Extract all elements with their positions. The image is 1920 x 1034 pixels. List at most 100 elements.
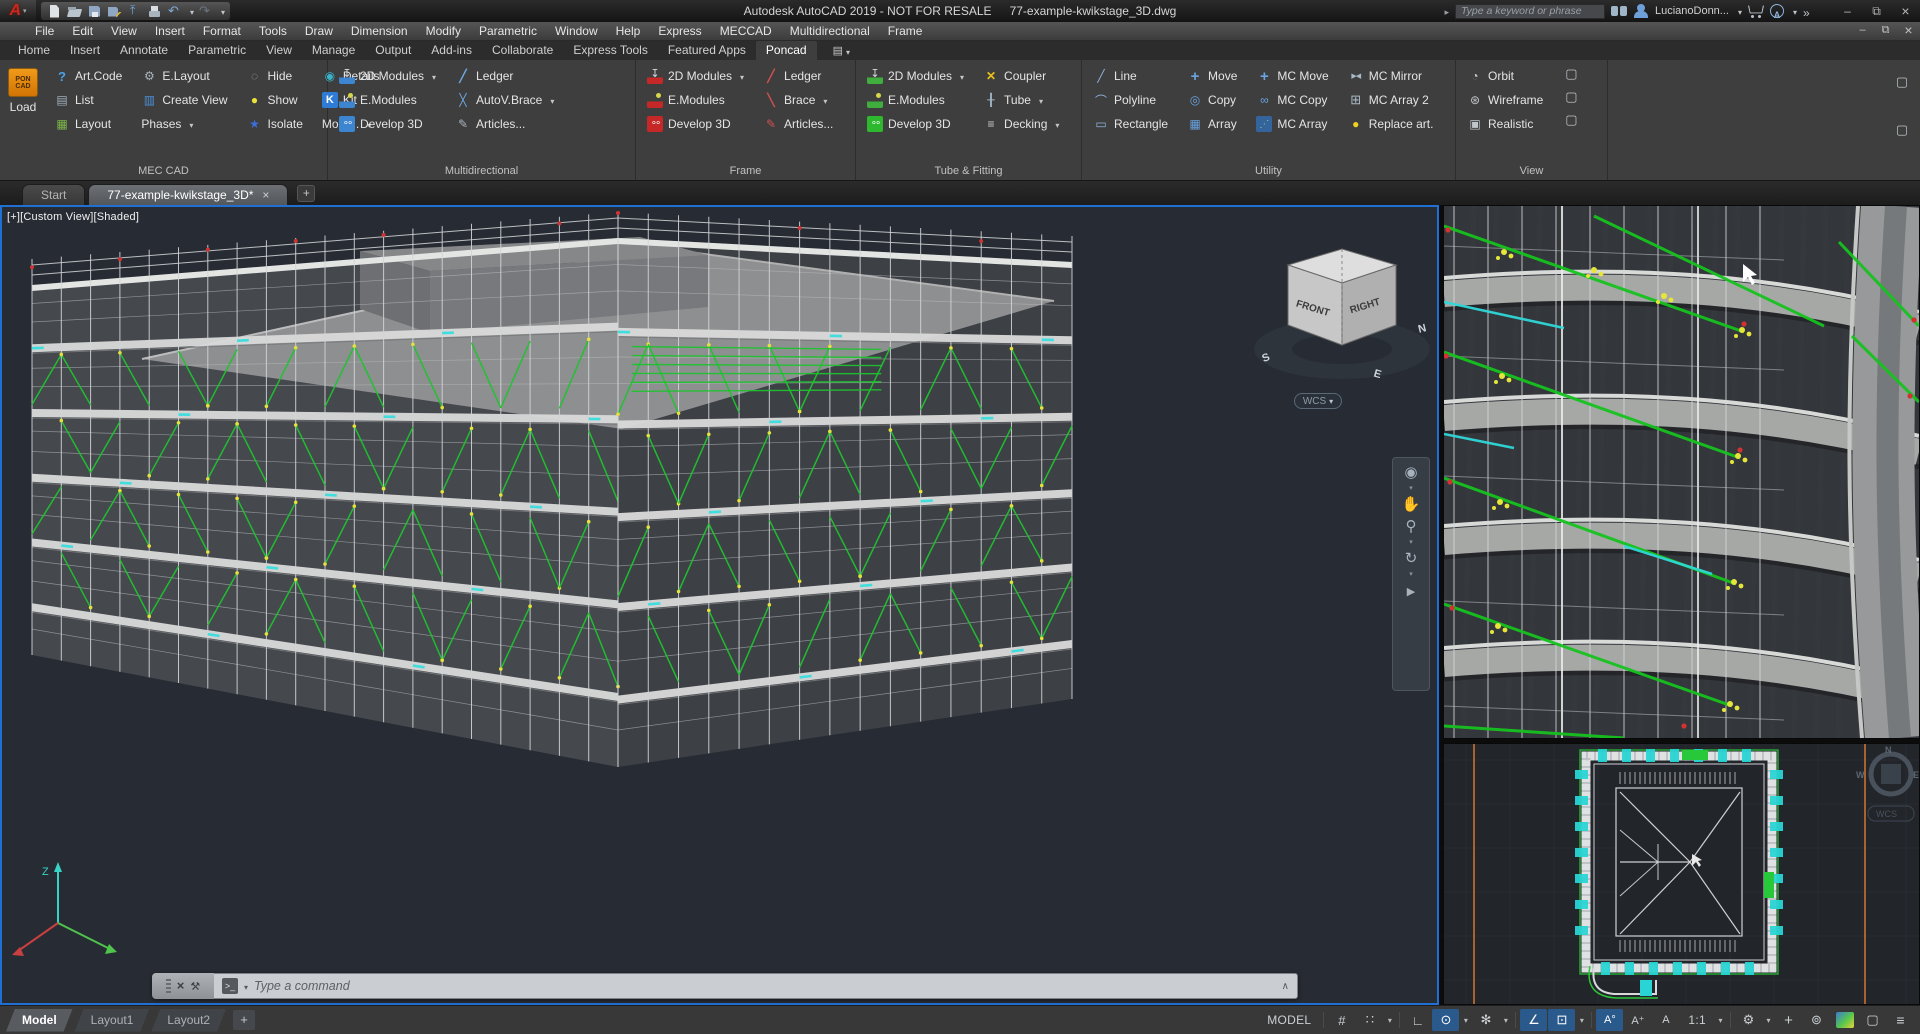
replace-art-button[interactable]: Replace art. — [1345, 112, 1437, 136]
polar-tracking-toggle[interactable] — [1432, 1009, 1459, 1031]
menu-express[interactable]: Express — [649, 22, 710, 41]
art-code-button[interactable]: Art.Code — [51, 64, 125, 88]
plan-viewport[interactable]: NEWWCS — [1443, 743, 1920, 1005]
create-view-button[interactable]: Create View — [138, 88, 230, 112]
main-viewport[interactable]: Z [+][Custom View][Shaded] S E N FRONT R… — [0, 205, 1439, 1005]
wireframe-button[interactable]: Wireframe — [1464, 88, 1546, 112]
annotation-monitor-button[interactable] — [1775, 1009, 1802, 1031]
panel-flyout-icon[interactable] — [1894, 122, 1910, 138]
realistic-button[interactable]: Realistic — [1464, 112, 1546, 136]
zoom-icon[interactable] — [1406, 518, 1417, 536]
steering-wheel-icon[interactable] — [1404, 464, 1417, 482]
mc-array-button[interactable]: MC Array — [1253, 112, 1331, 136]
application-menu-button[interactable]: A▾ — [0, 0, 36, 22]
isolate-objects-button[interactable] — [1803, 1009, 1830, 1031]
ortho-mode-toggle[interactable] — [1404, 1009, 1431, 1031]
customize-icon[interactable] — [190, 977, 200, 995]
new-drawing-tab-button[interactable] — [297, 185, 315, 202]
snap-mode-toggle[interactable] — [1356, 1009, 1383, 1031]
layout-button[interactable]: Layout — [51, 112, 125, 136]
fr-e-modules-button[interactable]: E.Modules — [644, 88, 747, 112]
plot-icon[interactable] — [146, 3, 163, 20]
redo-icon[interactable] — [197, 3, 214, 20]
menu-meccad[interactable]: MECCAD — [711, 22, 781, 41]
md-e-modules-button[interactable]: E.Modules — [336, 88, 439, 112]
menu-modify[interactable]: Modify — [417, 22, 470, 41]
tab-collaborate[interactable]: Collaborate — [482, 41, 563, 60]
orbit-icon[interactable] — [1405, 550, 1418, 568]
object-snap-tracking-toggle[interactable] — [1520, 1009, 1547, 1031]
sign-in-button[interactable]: LucianoDonn... — [1655, 5, 1729, 17]
dropdown-arrow-icon[interactable] — [1052, 117, 1059, 131]
menu-view[interactable]: View — [102, 22, 146, 41]
restore-button[interactable] — [1862, 0, 1891, 22]
fr-ledger-button[interactable]: Ledger — [760, 64, 836, 88]
workspace-dropdown-icon[interactable] — [1763, 1009, 1774, 1031]
coupler-button[interactable]: Coupler — [980, 64, 1062, 88]
layout1-tab[interactable]: Layout1 — [75, 1009, 150, 1032]
close-icon[interactable] — [177, 977, 185, 995]
visual-style-cube-icon[interactable] — [1563, 89, 1579, 105]
tab-poncad[interactable]: Poncad — [756, 41, 817, 60]
tab-parametric[interactable]: Parametric — [178, 41, 256, 60]
tab-output[interactable]: Output — [365, 41, 421, 60]
file-tab-active-drawing[interactable]: 77-example-kwikstage_3D* — [88, 184, 288, 205]
md-auto-v-brace-button[interactable]: AutoV.Brace — [452, 88, 557, 112]
doc-minimize-button[interactable] — [1851, 21, 1874, 42]
pan-icon[interactable] — [1402, 496, 1421, 514]
line-button[interactable]: Line — [1090, 64, 1171, 88]
model-space-button[interactable]: MODEL — [1259, 1009, 1319, 1031]
tube-button[interactable]: Tube — [980, 88, 1062, 112]
menu-dimension[interactable]: Dimension — [342, 22, 417, 41]
chevron-down-icon[interactable]: ▾ — [1409, 540, 1413, 546]
open-file-icon[interactable] — [66, 3, 83, 20]
close-tab-icon[interactable] — [262, 185, 269, 205]
e-layout-button[interactable]: E.Layout — [138, 64, 230, 88]
save-icon[interactable] — [86, 3, 103, 20]
compass-north-label[interactable]: N — [1417, 322, 1428, 336]
orbit-button[interactable]: Orbit — [1464, 64, 1546, 88]
tf-e-modules-button[interactable]: E.Modules — [864, 88, 967, 112]
tab-featured-apps[interactable]: Featured Apps — [658, 41, 756, 60]
fr-develop-3d-button[interactable]: Develop 3D — [644, 112, 747, 136]
visual-style-cube-icon[interactable] — [1563, 66, 1579, 82]
annotation-autoscale-toggle[interactable] — [1624, 1009, 1651, 1031]
menu-file[interactable]: File — [26, 22, 63, 41]
file-tab-start[interactable]: Start — [22, 184, 85, 205]
dropdown-arrow-icon[interactable] — [429, 69, 436, 83]
detail-viewport[interactable] — [1443, 205, 1920, 739]
tab-express-tools[interactable]: Express Tools — [563, 41, 657, 60]
fr-articles-button[interactable]: Articles... — [760, 112, 836, 136]
plan-2d-canvas[interactable]: NEWWCS — [1444, 744, 1919, 1004]
isolate-button[interactable]: Isolate — [244, 112, 306, 136]
undo-icon[interactable] — [166, 3, 183, 20]
hide-button[interactable]: Hide — [244, 64, 306, 88]
command-line-grip[interactable] — [152, 973, 214, 999]
search-icon[interactable] — [1611, 4, 1627, 18]
fr-brace-button[interactable]: Brace — [760, 88, 836, 112]
annotation-scale-value[interactable]: 1:1 — [1680, 1009, 1714, 1031]
dropdown-arrow-icon[interactable] — [957, 69, 964, 83]
command-placeholder[interactable]: Type a command — [254, 979, 350, 993]
panel-flyout-icon[interactable] — [1894, 74, 1910, 90]
menu-tools[interactable]: Tools — [250, 22, 296, 41]
array-button[interactable]: Array — [1184, 112, 1240, 136]
showmotion-icon[interactable] — [1407, 582, 1415, 601]
tab-home[interactable]: Home — [8, 41, 60, 60]
drag-grip-icon[interactable] — [166, 979, 171, 993]
search-input[interactable] — [1455, 4, 1605, 19]
menu-format[interactable]: Format — [194, 22, 250, 41]
fr-2d-modules-button[interactable]: 2D Modules — [644, 64, 747, 88]
recent-commands-icon[interactable] — [244, 977, 248, 995]
mc-array-2-button[interactable]: MC Array 2 — [1345, 88, 1437, 112]
undo-dropdown-icon[interactable] — [187, 2, 194, 20]
chevron-down-icon[interactable]: ▾ — [1409, 486, 1413, 492]
menu-parametric[interactable]: Parametric — [470, 22, 546, 41]
dropdown-arrow-icon[interactable] — [737, 69, 744, 83]
dropdown-arrow-icon[interactable] — [820, 93, 827, 107]
rectangle-button[interactable]: Rectangle — [1090, 112, 1171, 136]
move-button[interactable]: Move — [1184, 64, 1240, 88]
mc-copy-button[interactable]: MC Copy — [1253, 88, 1331, 112]
infocenter-more-icon[interactable] — [1803, 4, 1819, 18]
clean-screen-button[interactable] — [1859, 1009, 1886, 1031]
